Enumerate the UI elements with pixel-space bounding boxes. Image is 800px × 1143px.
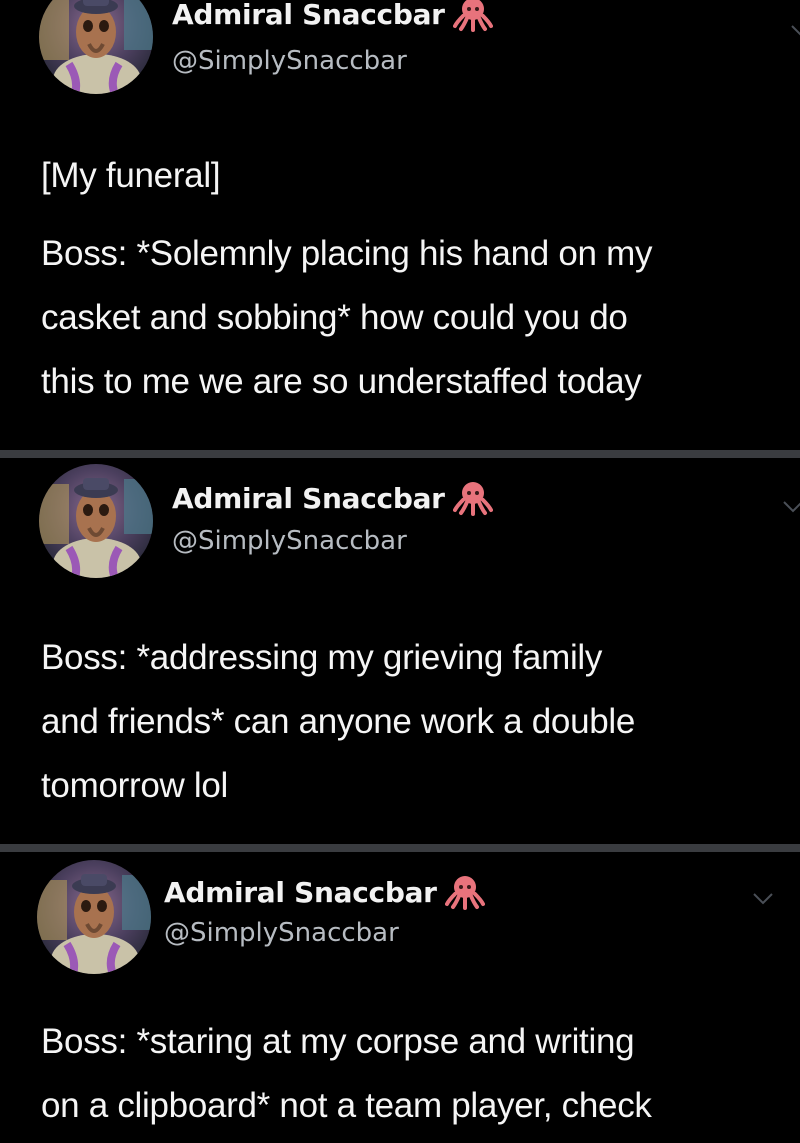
divider	[0, 844, 800, 852]
tweet-line: casket and sobbing* how could you do	[41, 298, 628, 337]
octopus-icon	[453, 480, 493, 516]
avatar[interactable]	[39, 464, 153, 578]
author-row: Admiral Snaccbar	[172, 0, 493, 32]
tweet-line: Boss: *staring at my corpse and writing	[41, 1022, 635, 1061]
user-handle[interactable]: @SimplySnaccbar	[172, 46, 407, 76]
chevron-down-icon[interactable]	[782, 500, 800, 514]
tweet[interactable]: Admiral Snaccbar @SimplySnaccbar Boss: *…	[0, 852, 800, 1143]
avatar[interactable]	[37, 860, 151, 974]
tweet-line: on a clipboard* not a team player, check	[41, 1086, 652, 1125]
display-name[interactable]: Admiral Snaccbar	[164, 876, 437, 909]
tweet-text: [My funeral] Boss: *Solemnly placing his…	[41, 144, 800, 414]
tweet-line: [My funeral]	[41, 156, 221, 195]
user-handle[interactable]: @SimplySnaccbar	[172, 526, 407, 556]
author-row: Admiral Snaccbar	[172, 480, 493, 516]
divider	[0, 450, 800, 458]
tweet[interactable]: Admiral Snaccbar @SimplySnaccbar Boss: *…	[0, 458, 800, 844]
tweet-line: Boss: *addressing my grieving family	[41, 638, 603, 677]
display-name[interactable]: Admiral Snaccbar	[172, 0, 445, 31]
octopus-icon	[453, 0, 493, 32]
display-name[interactable]: Admiral Snaccbar	[172, 482, 445, 515]
chevron-down-icon[interactable]	[790, 24, 800, 38]
tweet-text: Boss: *addressing my grieving family and…	[41, 626, 800, 818]
author-row: Admiral Snaccbar	[164, 874, 485, 910]
tweet-line: this to me we are so understaffed today	[41, 362, 642, 401]
chevron-down-icon[interactable]	[752, 892, 774, 906]
octopus-icon	[445, 874, 485, 910]
user-handle[interactable]: @SimplySnaccbar	[164, 918, 399, 948]
tweet-line: and friends* can anyone work a double	[41, 702, 636, 741]
tweet-text: Boss: *staring at my corpse and writing …	[41, 1010, 800, 1138]
tweet-line: tomorrow lol	[41, 766, 229, 805]
avatar[interactable]	[39, 0, 153, 94]
tweet-line: Boss: *Solemnly placing his hand on my	[41, 234, 653, 273]
tweet[interactable]: Admiral Snaccbar @SimplySnaccbar [My fun…	[0, 0, 800, 450]
